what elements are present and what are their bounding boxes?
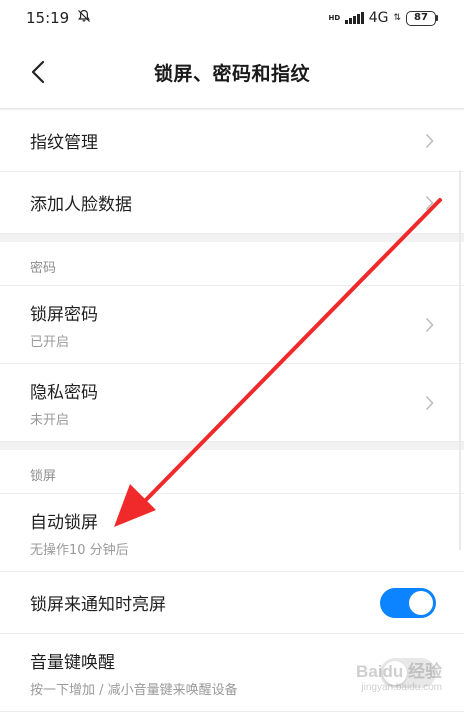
row-status: 无操作10 分钟后 bbox=[30, 542, 129, 558]
section-header-lock-screen: 锁屏 bbox=[0, 450, 464, 494]
chevron-right-icon bbox=[422, 131, 436, 151]
network-label: 4G bbox=[368, 10, 389, 26]
auto-lock-row[interactable]: 自动锁屏 无操作10 分钟后 bbox=[0, 494, 464, 572]
battery-level: 87 bbox=[406, 10, 436, 26]
mute-bell-icon bbox=[77, 9, 91, 27]
row-label: 锁屏密码 bbox=[30, 304, 98, 325]
fingerprint-management-row[interactable]: 指纹管理 bbox=[0, 110, 464, 172]
row-label: 指纹管理 bbox=[30, 133, 98, 153]
row-label: 隐私密码 bbox=[30, 382, 98, 403]
chevron-right-icon bbox=[422, 193, 436, 213]
clock: 15:19 bbox=[26, 9, 70, 27]
data-arrows-icon: ⇅ bbox=[393, 12, 401, 23]
title-bar: 锁屏、密码和指纹 bbox=[0, 36, 464, 108]
watermark-main: Baidu 经验 bbox=[356, 662, 442, 681]
hd-label: HD bbox=[328, 13, 341, 22]
wake-on-notification-row: 锁屏来通知时亮屏 bbox=[0, 572, 464, 634]
status-left: 15:19 bbox=[26, 9, 91, 27]
row-status: 按一下增加 / 减小音量键来唤醒设备 bbox=[30, 682, 238, 698]
signal-icon bbox=[345, 12, 364, 24]
status-right: HD 4G ⇅ 87 bbox=[329, 10, 438, 26]
row-label: 锁屏来通知时亮屏 bbox=[30, 595, 166, 615]
row-label: 自动锁屏 bbox=[30, 512, 98, 533]
row-status: 已开启 bbox=[30, 334, 70, 350]
section-gap bbox=[0, 234, 464, 242]
battery-icon: 87 bbox=[406, 10, 438, 26]
baidu-watermark-logo: Baidu 经验 jingyan.baidu.com bbox=[356, 657, 442, 693]
section-header-password: 密码 bbox=[0, 242, 464, 286]
chevron-right-icon bbox=[422, 315, 436, 335]
wake-on-notification-toggle[interactable] bbox=[380, 587, 436, 618]
status-bar: 15:19 HD 4G ⇅ 87 bbox=[0, 0, 464, 36]
row-label: 音量键唤醒 bbox=[30, 652, 115, 673]
watermark-sub: jingyan.baidu.com bbox=[361, 682, 442, 693]
scrollbar[interactable] bbox=[459, 170, 461, 550]
privacy-password-row[interactable]: 隐私密码 未开启 bbox=[0, 364, 464, 442]
page-title: 锁屏、密码和指纹 bbox=[153, 62, 310, 85]
row-label: 添加人脸数据 bbox=[30, 195, 132, 215]
toggle-knob bbox=[409, 590, 433, 615]
section-gap bbox=[0, 442, 464, 450]
lock-screen-password-row[interactable]: 锁屏密码 已开启 bbox=[0, 286, 464, 364]
back-arrow-icon[interactable] bbox=[20, 54, 56, 90]
row-status: 未开启 bbox=[30, 412, 70, 428]
chevron-right-icon bbox=[422, 393, 436, 413]
add-face-data-row[interactable]: 添加人脸数据 bbox=[0, 172, 464, 234]
